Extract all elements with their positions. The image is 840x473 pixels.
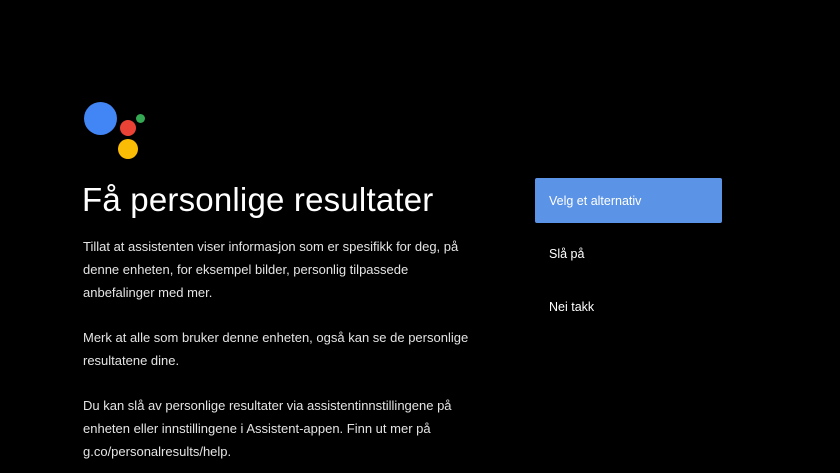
logo-red-dot	[120, 120, 136, 136]
page-title: Få personlige resultater	[82, 181, 434, 218]
option-label: Nei takk	[549, 299, 595, 314]
options-list: Velg et alternativ Slå på Nei takk	[535, 178, 722, 337]
option-no-thanks[interactable]: Nei takk	[535, 284, 722, 329]
google-assistant-logo-icon	[84, 102, 148, 162]
description-paragraph-3: Du kan slå av personlige resultater via …	[83, 398, 452, 459]
option-turn-on[interactable]: Slå på	[535, 231, 722, 276]
option-choose-alternative[interactable]: Velg et alternativ	[535, 178, 722, 223]
logo-yellow-dot	[118, 139, 138, 159]
logo-green-dot	[136, 114, 145, 123]
option-label: Slå på	[549, 246, 585, 261]
description-paragraph-1: Tillat at assistenten viser informasjon …	[83, 239, 459, 300]
logo-blue-dot	[84, 102, 117, 135]
description-paragraph-2: Merk at alle som bruker denne enheten, o…	[83, 330, 469, 368]
option-label: Velg et alternativ	[549, 193, 642, 208]
